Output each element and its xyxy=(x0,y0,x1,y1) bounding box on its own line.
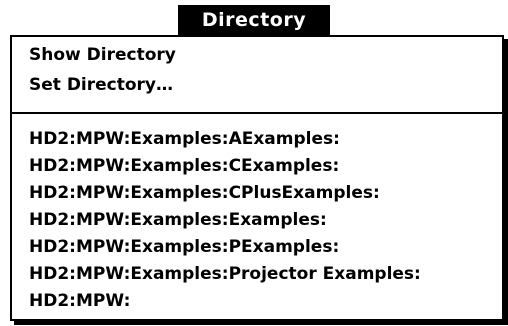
directory-menu-dropdown: Show Directory Set Directory… HD2:MPW:Ex… xyxy=(10,35,504,321)
menu-separator xyxy=(12,112,502,114)
directory-item-pexamples[interactable]: HD2:MPW:Examples:PExamples: xyxy=(29,235,339,259)
directory-item-cexamples[interactable]: HD2:MPW:Examples:CExamples: xyxy=(29,154,339,178)
directory-item-projector-examples[interactable]: HD2:MPW:Examples:Projector Examples: xyxy=(29,262,421,286)
directory-item-cplusexamples[interactable]: HD2:MPW:Examples:CPlusExamples: xyxy=(29,181,380,205)
show-directory-menu-item[interactable]: Show Directory xyxy=(29,43,176,67)
directory-menu-title[interactable]: Directory xyxy=(178,5,330,35)
directory-item-aexamples[interactable]: HD2:MPW:Examples:AExamples: xyxy=(29,127,340,151)
directory-item-mpw[interactable]: HD2:MPW: xyxy=(29,289,130,313)
set-directory-menu-item[interactable]: Set Directory… xyxy=(29,73,173,97)
directory-item-examples[interactable]: HD2:MPW:Examples:Examples: xyxy=(29,208,327,232)
